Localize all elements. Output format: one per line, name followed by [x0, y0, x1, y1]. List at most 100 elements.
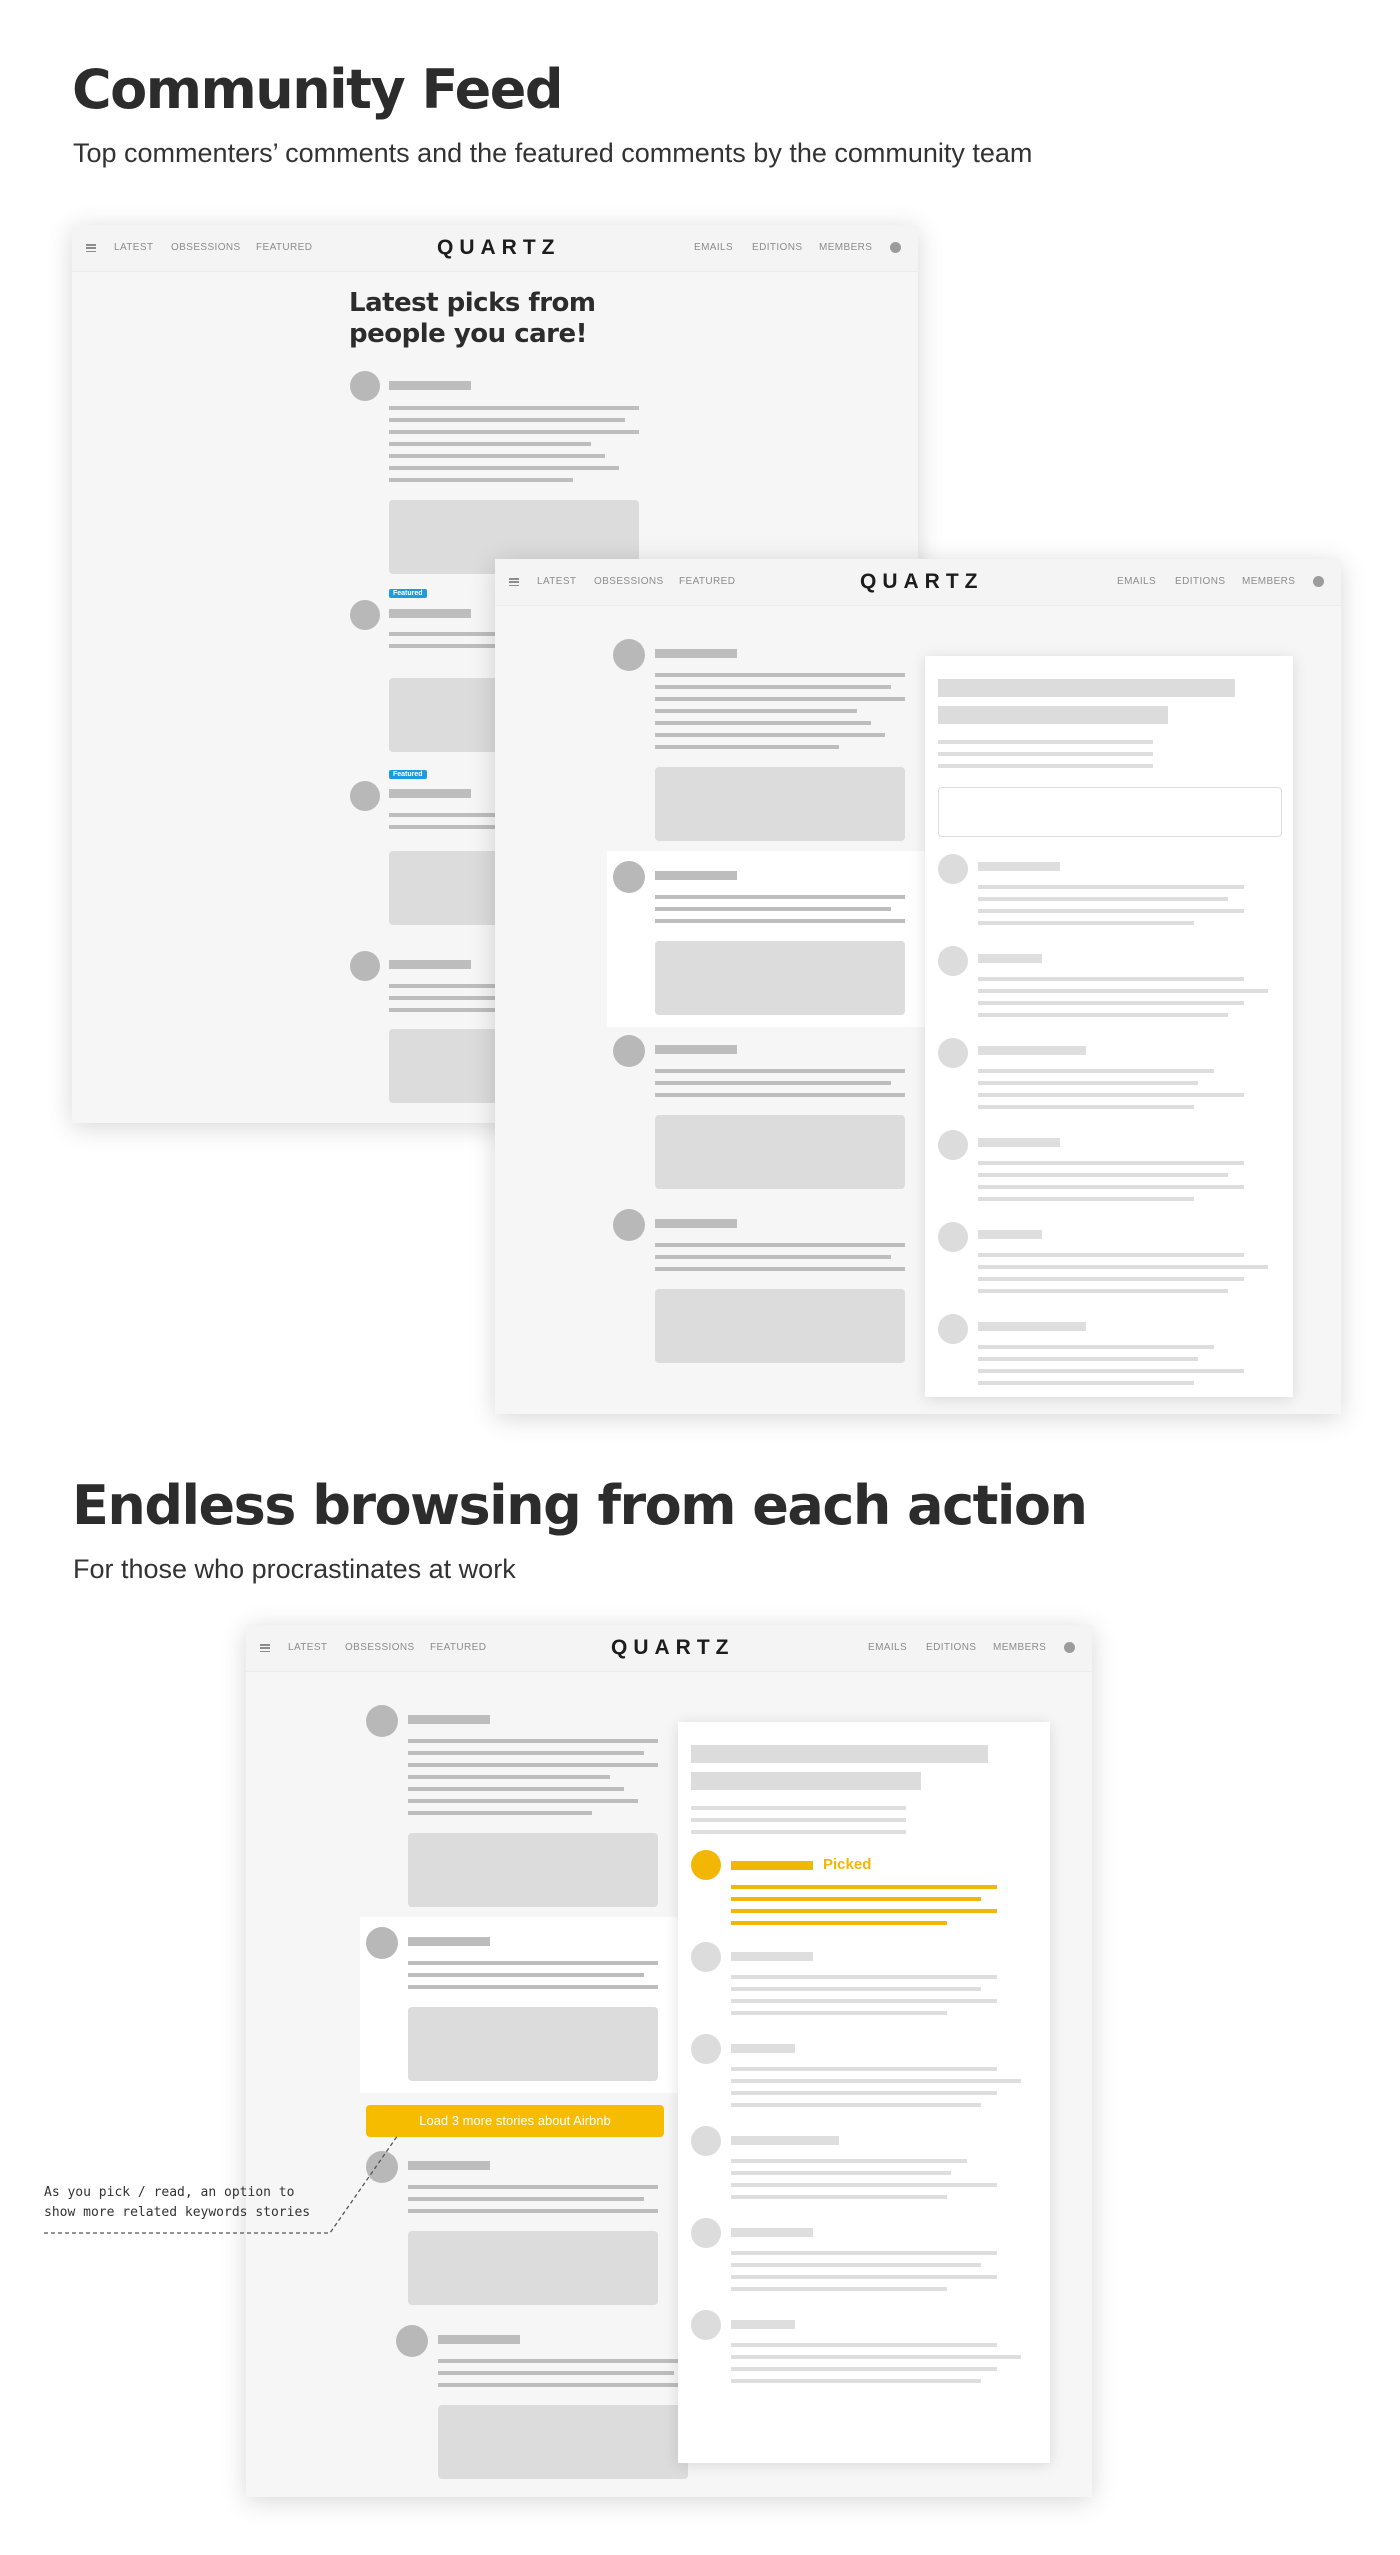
commenter-name — [389, 789, 471, 798]
comment-line — [731, 2079, 1021, 2083]
comment-line — [731, 1885, 997, 1889]
commenter-name — [978, 1322, 1086, 1331]
feed-with-detail-panel-frame: LATEST OBSESSIONS FEATURED QUARTZ EMAILS… — [495, 559, 1341, 1414]
comment-line — [655, 1081, 891, 1085]
comment-line — [408, 2197, 644, 2201]
story-meta-line — [691, 1818, 906, 1822]
nav-editions[interactable]: EDITIONS — [752, 225, 802, 271]
quartz-logo[interactable]: QUARTZ — [860, 559, 984, 605]
comment-line — [655, 1255, 891, 1259]
nav-members[interactable]: MEMBERS — [819, 225, 872, 271]
commenter-avatar — [691, 2034, 721, 2064]
nav-featured[interactable]: FEATURED — [256, 225, 312, 271]
user-avatar-icon[interactable] — [890, 242, 901, 253]
comment-line — [978, 909, 1244, 913]
commenter-name — [408, 1937, 490, 1946]
comment-line — [408, 1787, 624, 1791]
story-meta-line — [691, 1830, 906, 1834]
comment-input[interactable] — [938, 787, 1282, 837]
comment-line — [978, 1105, 1194, 1109]
comment-line — [978, 1197, 1194, 1201]
story-preview-card[interactable] — [408, 2007, 658, 2081]
commenter-name — [978, 862, 1060, 871]
top-navbar: LATEST OBSESSIONS FEATURED QUARTZ EMAILS… — [72, 225, 918, 272]
nav-latest[interactable]: LATEST — [288, 1625, 327, 1671]
comment-line — [731, 2355, 1021, 2359]
comment-line — [389, 430, 639, 434]
hamburger-menu-icon[interactable] — [86, 244, 96, 253]
comment-line — [731, 1897, 981, 1901]
commenter-name — [978, 1230, 1042, 1239]
story-preview-card[interactable] — [408, 2231, 658, 2305]
comment-line — [978, 1093, 1244, 1097]
commenter-name — [731, 2044, 795, 2053]
story-preview-card[interactable] — [408, 1833, 658, 1907]
nav-featured[interactable]: FEATURED — [679, 559, 735, 605]
comment-line — [389, 454, 605, 458]
commenter-avatar — [350, 371, 380, 401]
comment-line — [978, 1369, 1244, 1373]
commenter-name — [978, 1046, 1086, 1055]
user-avatar-icon[interactable] — [1064, 1642, 1075, 1653]
nav-obsessions[interactable]: OBSESSIONS — [345, 1625, 415, 1671]
user-avatar-icon[interactable] — [1313, 576, 1324, 587]
story-preview-card[interactable] — [655, 941, 905, 1015]
hamburger-menu-icon[interactable] — [260, 1644, 270, 1653]
commenter-avatar — [396, 2325, 428, 2357]
nav-latest[interactable]: LATEST — [537, 559, 576, 605]
commenter-name — [438, 2335, 520, 2344]
section-title-community-feed: Community Feed — [72, 58, 564, 121]
commenter-avatar — [938, 1130, 968, 1160]
story-title-placeholder — [938, 679, 1235, 697]
commenter-avatar — [938, 946, 968, 976]
commenter-avatar — [613, 639, 645, 671]
comment-line — [978, 1161, 1244, 1165]
story-meta-line — [938, 740, 1153, 744]
nav-members[interactable]: MEMBERS — [1242, 559, 1295, 605]
nav-emails[interactable]: EMAILS — [868, 1625, 907, 1671]
nav-members[interactable]: MEMBERS — [993, 1625, 1046, 1671]
story-preview-card[interactable] — [438, 2405, 688, 2479]
nav-featured[interactable]: FEATURED — [430, 1625, 486, 1671]
commenter-avatar — [938, 1222, 968, 1252]
commenter-avatar — [613, 1209, 645, 1241]
commenter-name — [731, 1861, 813, 1870]
comment-line — [655, 709, 857, 713]
quartz-logo[interactable]: QUARTZ — [611, 1625, 735, 1671]
commenter-name — [978, 954, 1042, 963]
commenter-avatar — [366, 1927, 398, 1959]
comment-line — [655, 685, 891, 689]
commenter-avatar — [691, 2218, 721, 2248]
story-preview-card[interactable] — [655, 767, 905, 841]
story-preview-card[interactable] — [655, 1115, 905, 1189]
comment-line — [978, 1277, 1244, 1281]
nav-editions[interactable]: EDITIONS — [1175, 559, 1225, 605]
comment-line — [731, 2103, 981, 2107]
nav-obsessions[interactable]: OBSESSIONS — [594, 559, 664, 605]
comment-line — [978, 977, 1244, 981]
comment-line — [731, 2251, 997, 2255]
commenter-avatar — [938, 854, 968, 884]
nav-latest[interactable]: LATEST — [114, 225, 153, 271]
comment-line — [389, 478, 573, 482]
commenter-name — [655, 1045, 737, 1054]
hamburger-menu-icon[interactable] — [509, 578, 519, 587]
comment-line — [731, 2275, 997, 2279]
load-more-stories-button[interactable]: Load 3 more stories about Airbnb — [366, 2105, 664, 2137]
nav-editions[interactable]: EDITIONS — [926, 1625, 976, 1671]
nav-emails[interactable]: EMAILS — [1117, 559, 1156, 605]
comment-line — [655, 919, 905, 923]
nav-emails[interactable]: EMAILS — [694, 225, 733, 271]
comment-line — [655, 1069, 905, 1073]
commenter-avatar — [691, 2126, 721, 2156]
quartz-logo[interactable]: QUARTZ — [437, 225, 561, 271]
comment-line — [408, 1973, 644, 1977]
comment-line — [408, 1751, 644, 1755]
commenter-name — [389, 381, 471, 390]
comment-line — [655, 721, 871, 725]
comment-line — [731, 2379, 981, 2383]
comment-line — [655, 745, 839, 749]
comment-line — [389, 418, 625, 422]
story-preview-card[interactable] — [655, 1289, 905, 1363]
nav-obsessions[interactable]: OBSESSIONS — [171, 225, 241, 271]
